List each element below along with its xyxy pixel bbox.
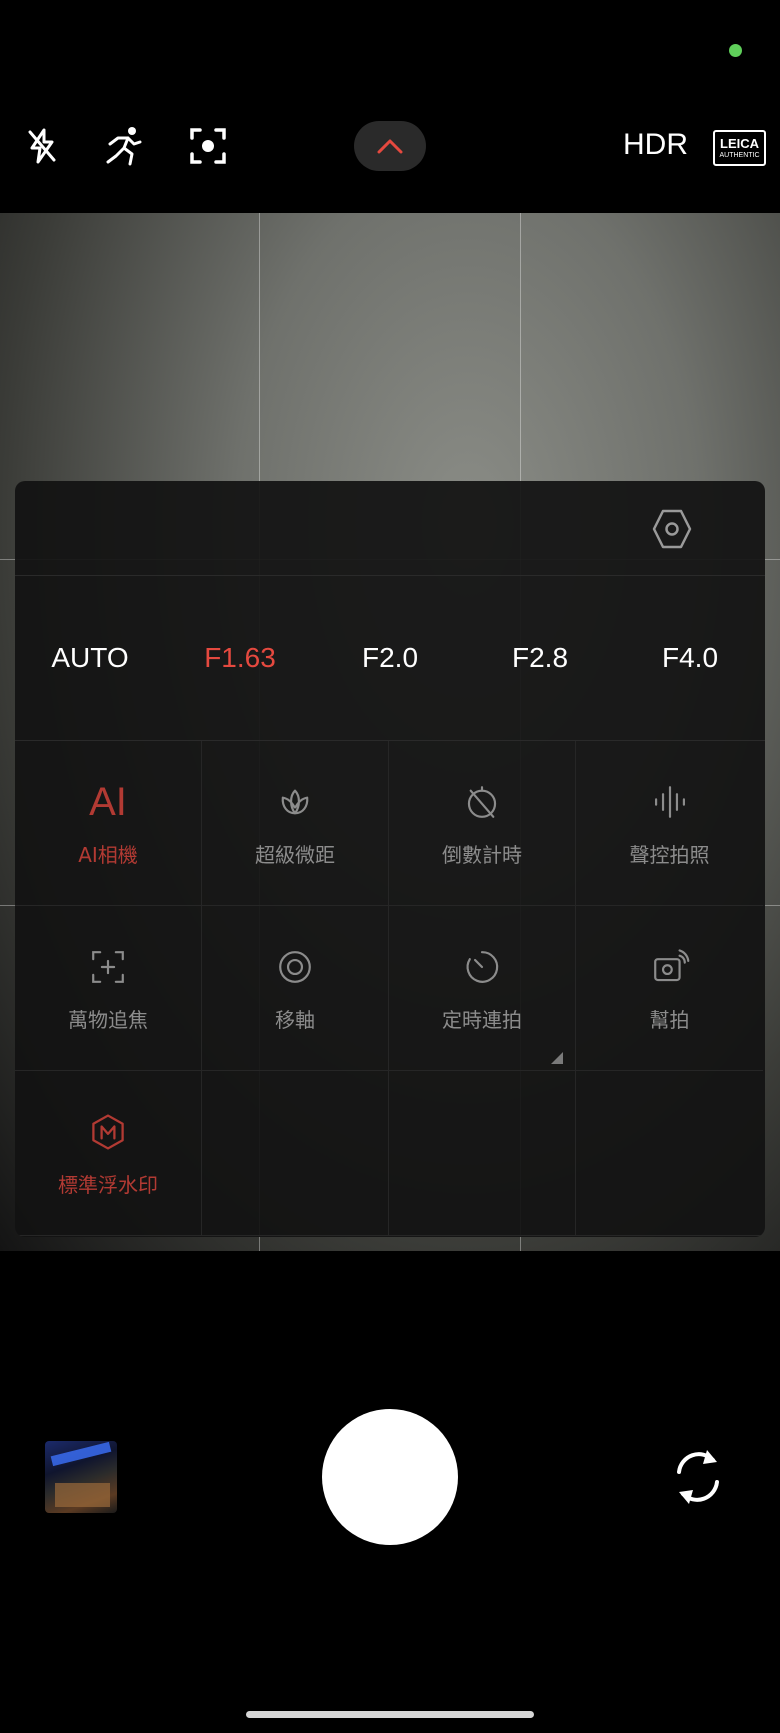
aperture-auto[interactable]: AUTO <box>15 575 165 740</box>
tile-label: 標準浮水印 <box>58 1172 158 1197</box>
tile-super-macro[interactable]: 超級微距 <box>202 741 389 906</box>
tile-interval-shot[interactable]: 定時連拍 <box>389 906 576 1071</box>
leica-label: LEICA <box>720 136 759 151</box>
tile-label: 幫拍 <box>649 1007 690 1032</box>
watermark-icon <box>85 1109 131 1155</box>
leica-sublabel: AUTHENTIC <box>719 152 760 159</box>
more-options-indicator <box>551 1052 563 1064</box>
aperture-f163[interactable]: F1.63 <box>165 575 315 740</box>
aperture-f28[interactable]: F2.8 <box>465 575 615 740</box>
gallery-thumbnail[interactable] <box>45 1441 117 1513</box>
tile-standard-watermark[interactable]: 標準浮水印 <box>15 1071 202 1236</box>
tile-empty <box>202 1071 389 1236</box>
tile-label: 聲控拍照 <box>629 842 710 867</box>
timer-off-icon <box>459 779 505 825</box>
tile-tilt-shift[interactable]: 移軸 <box>202 906 389 1071</box>
switch-camera-icon[interactable] <box>667 1446 729 1508</box>
more-settings-panel: AUTO F1.63 F2.0 F2.8 F4.0 AI AI相機 超級微距 倒… <box>15 481 765 1237</box>
tile-label: 移軸 <box>275 1007 315 1032</box>
tilt-shift-icon <box>272 944 318 990</box>
tile-label: 定時連拍 <box>442 1007 522 1032</box>
macro-icon <box>272 779 318 825</box>
assist-shot-icon <box>647 944 693 990</box>
tile-empty <box>576 1071 763 1236</box>
home-indicator[interactable] <box>246 1711 534 1718</box>
aperture-f20[interactable]: F2.0 <box>315 575 465 740</box>
aperture-selector: AUTO F1.63 F2.0 F2.8 F4.0 <box>15 575 765 741</box>
expand-menu-button[interactable] <box>354 121 426 171</box>
status-indicator <box>729 44 742 57</box>
panel-header <box>15 481 765 576</box>
tile-tracking-focus[interactable]: 萬物追焦 <box>15 906 202 1071</box>
tile-voice-shot[interactable]: 聲控拍照 <box>576 741 763 906</box>
settings-icon[interactable] <box>648 505 696 553</box>
tile-label: 萬物追焦 <box>68 1007 148 1032</box>
tile-ai-camera[interactable]: AI AI相機 <box>15 741 202 906</box>
tile-countdown[interactable]: 倒數計時 <box>389 741 576 906</box>
hdr-toggle[interactable]: HDR <box>623 128 688 162</box>
voice-icon <box>647 779 693 825</box>
shutter-button[interactable] <box>322 1409 458 1545</box>
flash-off-icon[interactable] <box>18 122 66 170</box>
tile-assist-shot[interactable]: 幫拍 <box>576 906 763 1071</box>
tile-empty <box>389 1071 576 1236</box>
tile-label: 倒數計時 <box>442 842 522 867</box>
chevron-up-icon <box>377 139 403 154</box>
aperture-f40[interactable]: F4.0 <box>615 575 765 740</box>
interval-shot-icon <box>459 944 505 990</box>
tile-label: AI相機 <box>78 842 138 867</box>
ai-icon: AI <box>89 779 127 824</box>
leica-badge[interactable]: LEICA AUTHENTIC <box>713 130 766 166</box>
tile-label: 超級微距 <box>255 842 335 867</box>
tracking-focus-icon <box>85 944 131 990</box>
motion-icon[interactable] <box>100 122 148 170</box>
focus-icon[interactable] <box>184 122 232 170</box>
